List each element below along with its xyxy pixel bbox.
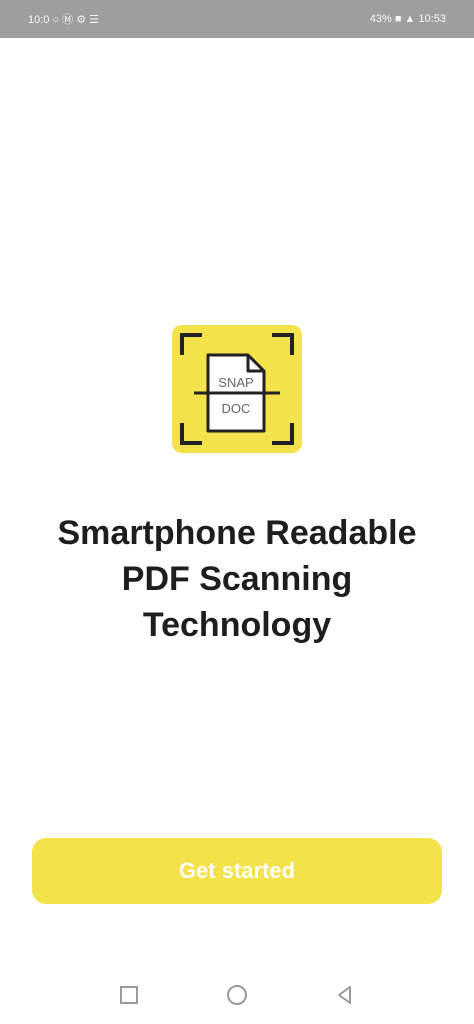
onboarding-headline: Smartphone Readable PDF Scanning Technol… <box>20 510 454 648</box>
logo-text-doc: DOC <box>222 401 251 416</box>
status-bar: 10:0 ○ Ⓜ ⚙ ☰ 43% ■ ▲ 10:53 <box>0 0 474 38</box>
home-icon <box>227 985 247 1005</box>
headline-line-2: PDF Scanning <box>121 560 353 598</box>
scanner-document-icon: SNAP DOC <box>180 333 294 445</box>
app-logo: SNAP DOC <box>172 325 302 453</box>
recent-apps-icon <box>120 986 138 1004</box>
back-button[interactable] <box>331 981 359 1009</box>
status-left-icons: 10:0 ○ Ⓜ ⚙ ☰ <box>28 14 100 26</box>
logo-text-snap: SNAP <box>218 375 253 390</box>
headline-line-3: Technology <box>142 606 332 644</box>
status-right-info: 43% ■ ▲ 10:53 <box>369 13 446 25</box>
recent-apps-button[interactable] <box>115 981 143 1009</box>
get-started-button[interactable]: Get started <box>32 838 442 904</box>
headline-line-1: Smartphone Readable <box>57 514 417 552</box>
system-navigation-bar <box>0 966 474 1024</box>
back-icon <box>338 986 351 1004</box>
home-button[interactable] <box>223 981 251 1009</box>
